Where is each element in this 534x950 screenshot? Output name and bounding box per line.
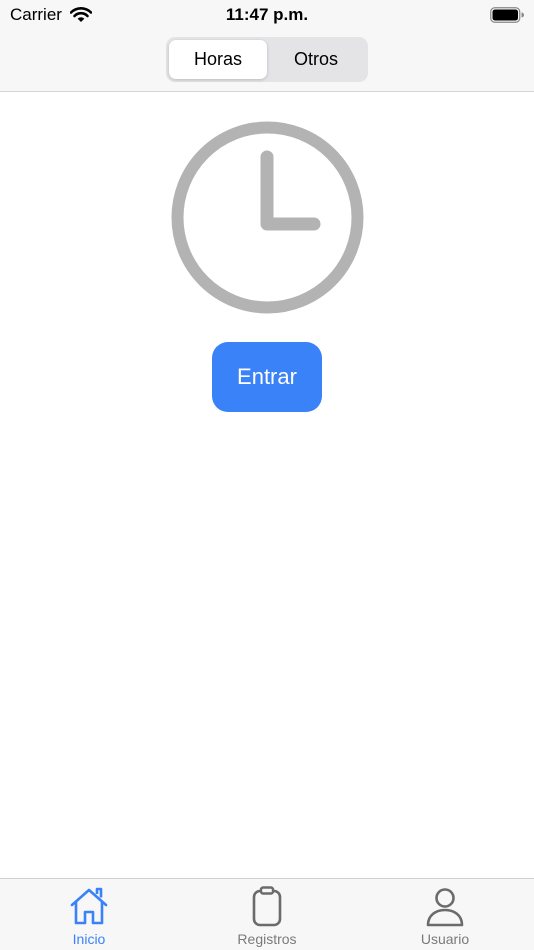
status-bar: Carrier 11:47 p.m. — [0, 0, 534, 30]
segmented-control: Horas Otros — [166, 37, 368, 82]
status-time: 11:47 p.m. — [225, 5, 309, 24]
tab-usuario[interactable]: Usuario — [385, 879, 505, 950]
segment-horas[interactable]: Horas — [169, 40, 267, 79]
clock-icon — [171, 121, 364, 314]
tab-label-inicio: Inicio — [72, 931, 106, 947]
tab-registros[interactable]: Registros — [207, 879, 327, 950]
enter-button[interactable]: Entrar — [212, 342, 322, 412]
house-icon — [70, 887, 108, 925]
app-screen: Carrier 11:47 p.m. Horas Otros Entrar In… — [0, 0, 534, 950]
battery-icon — [490, 7, 524, 23]
segment-otros[interactable]: Otros — [267, 40, 365, 79]
clipboard-icon — [252, 886, 282, 927]
tab-inicio[interactable]: Inicio — [29, 879, 149, 950]
navigation-header: Horas Otros — [0, 30, 534, 92]
tab-label-usuario: Usuario — [420, 931, 470, 947]
tab-label-registros: Registros — [237, 931, 297, 947]
tab-bar: Inicio Registros Usuario — [0, 878, 534, 950]
person-icon — [426, 888, 464, 927]
